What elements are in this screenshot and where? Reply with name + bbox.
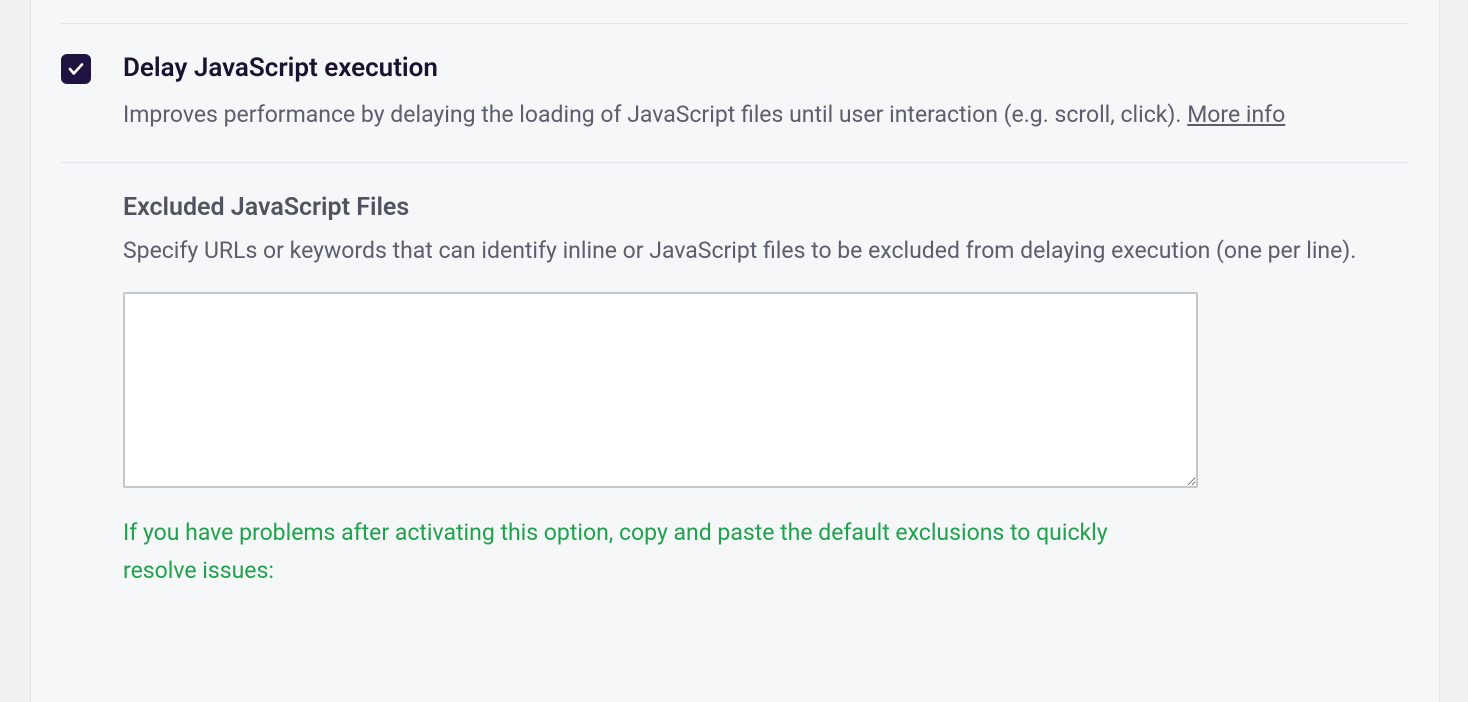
- delay-js-checkbox-wrap: [61, 52, 91, 84]
- leading-divider: [61, 0, 1409, 24]
- check-icon: [67, 60, 85, 78]
- more-info-link[interactable]: More info: [1187, 101, 1285, 128]
- delay-js-section: Delay JavaScript execution Improves perf…: [61, 24, 1409, 163]
- excluded-js-textarea[interactable]: [123, 292, 1198, 488]
- delay-js-content: Delay JavaScript execution Improves perf…: [123, 52, 1409, 134]
- excluded-js-section: Excluded JavaScript Files Specify URLs o…: [61, 163, 1409, 590]
- excluded-js-title: Excluded JavaScript Files: [123, 193, 1409, 222]
- delay-js-description-text: Improves performance by delaying the loa…: [123, 101, 1187, 128]
- delay-js-checkbox[interactable]: [61, 54, 91, 84]
- settings-card: Delay JavaScript execution Improves perf…: [30, 0, 1440, 702]
- delay-js-description: Improves performance by delaying the loa…: [123, 96, 1409, 134]
- delay-js-title: Delay JavaScript execution: [123, 52, 1409, 86]
- excluded-js-hint: If you have problems after activating th…: [123, 514, 1183, 590]
- page-outer: Delay JavaScript execution Improves perf…: [0, 0, 1468, 702]
- delay-js-row: Delay JavaScript execution Improves perf…: [61, 52, 1409, 134]
- excluded-js-description: Specify URLs or keywords that can identi…: [123, 232, 1409, 270]
